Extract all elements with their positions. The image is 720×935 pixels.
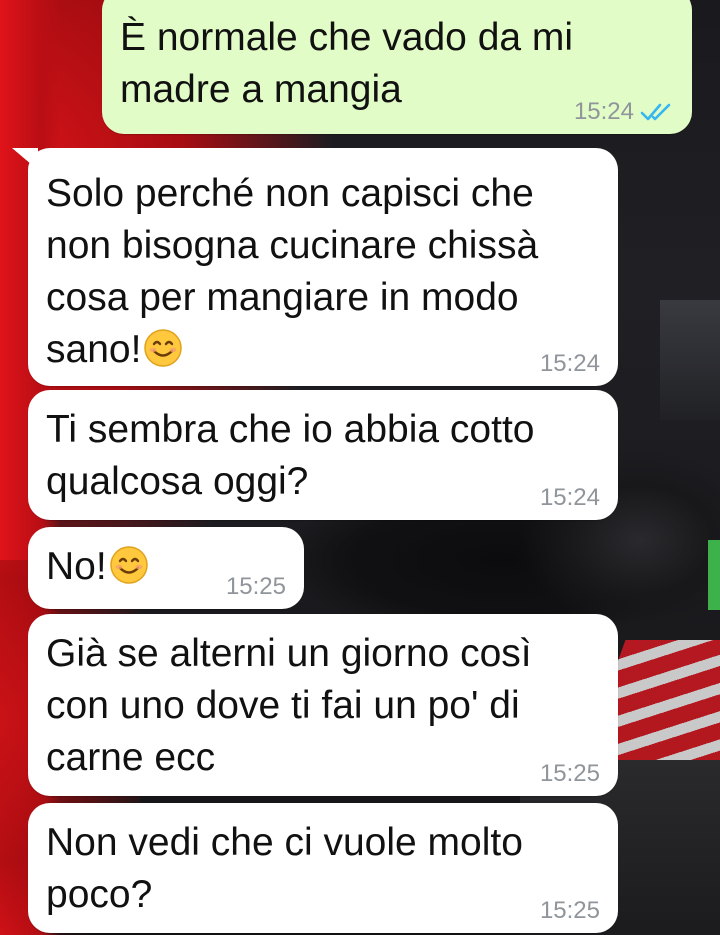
message-list[interactable]: È normale che vado da mi madre a mangia … [0,0,720,935]
message-time: 15:24 [573,98,634,125]
message-text: Solo perché non capisci che non bisogna … [46,172,539,371]
message-text: Già se alterni un giorno così con uno do… [46,632,532,779]
incoming-message[interactable]: Ti sembra che io abbia cotto qualcosa og… [28,390,618,520]
message-time: 15:24 [539,350,600,377]
message-meta: 15:25 [540,760,600,788]
message-text: Non vedi che ci vuole molto poco? [46,821,523,916]
outgoing-message[interactable]: È normale che vado da mi madre a mangia … [102,0,692,134]
message-meta: 15:24 [540,484,600,512]
message-meta: 15:24 [540,350,600,378]
incoming-message[interactable]: No! 15:25 [28,527,304,609]
message-text: Ti sembra che io abbia cotto qualcosa og… [46,408,535,503]
message-time: 15:25 [539,897,600,924]
message-time: 15:25 [539,760,600,787]
incoming-message[interactable]: Già se alterni un giorno così con uno do… [28,614,618,796]
message-meta: 15:25 [540,897,600,925]
message-time: 15:24 [539,484,600,511]
message-meta: 15:25 [226,573,286,601]
incoming-message[interactable]: Solo perché non capisci che non bisogna … [28,148,618,386]
double-check-read-icon [640,103,671,121]
message-meta: 15:24 [574,98,674,126]
message-time: 15:25 [225,573,286,600]
incoming-message[interactable]: Non vedi che ci vuole molto poco? 15:25 [28,803,618,933]
smiling-face-icon [109,546,148,584]
smiling-face-icon [144,329,183,367]
